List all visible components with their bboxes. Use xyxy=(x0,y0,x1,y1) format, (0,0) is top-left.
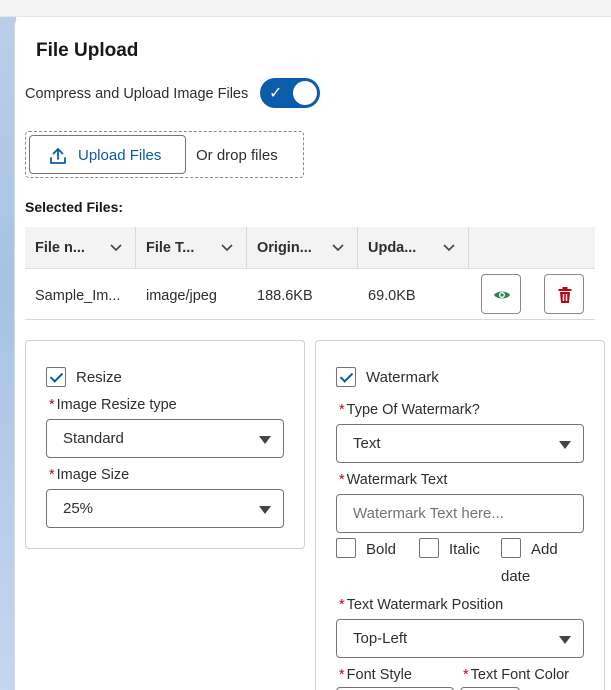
selected-files-label: Selected Files: xyxy=(25,199,124,215)
required-marker: * xyxy=(49,467,55,483)
italic-checkbox-label: Italic xyxy=(449,541,480,558)
watermark-text-input[interactable] xyxy=(336,494,584,533)
resize-type-label-text: Image Resize type xyxy=(56,397,177,413)
cell-file-name: Sample_Im... xyxy=(35,288,121,304)
toggle-knob xyxy=(293,81,317,105)
column-header-file-name[interactable]: File n... xyxy=(25,227,136,269)
image-size-value: 25% xyxy=(63,500,94,517)
required-marker: * xyxy=(339,597,345,613)
caret-down-icon xyxy=(259,436,271,444)
column-header-updated-size[interactable]: Upda... xyxy=(358,227,469,269)
resize-checkbox[interactable] xyxy=(46,367,66,387)
browser-top-strip xyxy=(0,0,611,17)
position-label: * Text Watermark Position xyxy=(339,597,503,613)
watermark-checkbox[interactable] xyxy=(336,367,356,387)
compress-label: Compress and Upload Image Files xyxy=(25,86,249,102)
watermark-text-label: * Watermark Text xyxy=(339,472,447,488)
image-size-select[interactable]: 25% xyxy=(46,489,284,528)
eye-icon xyxy=(494,291,510,299)
required-marker: * xyxy=(463,667,469,683)
view-file-button[interactable] xyxy=(481,274,521,314)
bold-checkbox-label: Bold xyxy=(366,541,397,558)
resize-type-value: Standard xyxy=(63,430,124,447)
column-header-file-type[interactable]: File T... xyxy=(136,227,247,269)
add-date-checkbox[interactable] xyxy=(501,538,521,558)
font-style-label-text: Font Style xyxy=(346,667,412,683)
watermark-type-label-text: Type Of Watermark? xyxy=(346,402,480,418)
table-header: File n... File T... Origin... Upda... xyxy=(25,227,595,269)
delete-file-button[interactable] xyxy=(544,274,584,314)
caret-down-icon xyxy=(259,506,271,514)
upload-files-button[interactable]: Upload Files xyxy=(29,135,186,174)
required-marker: * xyxy=(339,402,345,418)
image-size-label: * Image Size xyxy=(49,467,129,483)
required-marker: * xyxy=(339,667,345,683)
card-title: File Upload xyxy=(36,40,139,61)
position-value: Top-Left xyxy=(353,630,408,647)
image-size-label-text: Image Size xyxy=(56,467,130,483)
caret-down-icon xyxy=(559,636,571,644)
cell-original-size: 188.6KB xyxy=(257,288,313,304)
chevron-down-icon xyxy=(332,244,344,252)
toggle-check-icon: ✓ xyxy=(269,83,283,102)
chevron-down-icon xyxy=(443,244,455,252)
add-date-label-line1: Add xyxy=(531,541,558,558)
resize-checkbox-label: Resize xyxy=(76,369,122,386)
chevron-down-icon xyxy=(110,244,122,252)
column-header-label: File T... xyxy=(146,240,195,256)
italic-checkbox[interactable] xyxy=(419,538,439,558)
watermark-checkbox-label: Watermark xyxy=(366,369,439,386)
watermark-text-label-text: Watermark Text xyxy=(346,472,448,488)
watermark-type-select[interactable]: Text xyxy=(336,424,584,463)
font-color-label: * Text Font Color xyxy=(463,667,569,683)
compress-toggle[interactable]: ✓ xyxy=(260,78,320,108)
required-marker: * xyxy=(49,397,55,413)
upload-icon xyxy=(50,148,66,164)
font-style-label: * Font Style xyxy=(339,667,412,683)
position-label-text: Text Watermark Position xyxy=(346,597,504,613)
watermark-type-value: Text xyxy=(353,435,381,452)
watermark-type-label: * Type Of Watermark? xyxy=(339,402,480,418)
cell-updated-size: 69.0KB xyxy=(368,288,416,304)
upload-files-label: Upload Files xyxy=(78,147,162,164)
column-header-original-size[interactable]: Origin... xyxy=(247,227,358,269)
cell-file-type: image/jpeg xyxy=(146,288,217,304)
column-header-label: Origin... xyxy=(257,240,312,256)
drop-files-text: Or drop files xyxy=(196,147,278,164)
column-header-label: Upda... xyxy=(368,240,417,256)
position-select[interactable]: Top-Left xyxy=(336,619,584,658)
add-date-label-line2: date xyxy=(501,568,531,585)
chevron-down-icon xyxy=(221,244,233,252)
resize-type-label: * Image Resize type xyxy=(49,397,177,413)
trash-icon xyxy=(558,287,572,303)
resize-type-select[interactable]: Standard xyxy=(46,419,284,458)
caret-down-icon xyxy=(559,441,571,449)
bold-checkbox[interactable] xyxy=(336,538,356,558)
column-header-label: File n... xyxy=(35,240,85,256)
font-color-label-text: Text Font Color xyxy=(470,667,569,683)
required-marker: * xyxy=(339,472,345,488)
